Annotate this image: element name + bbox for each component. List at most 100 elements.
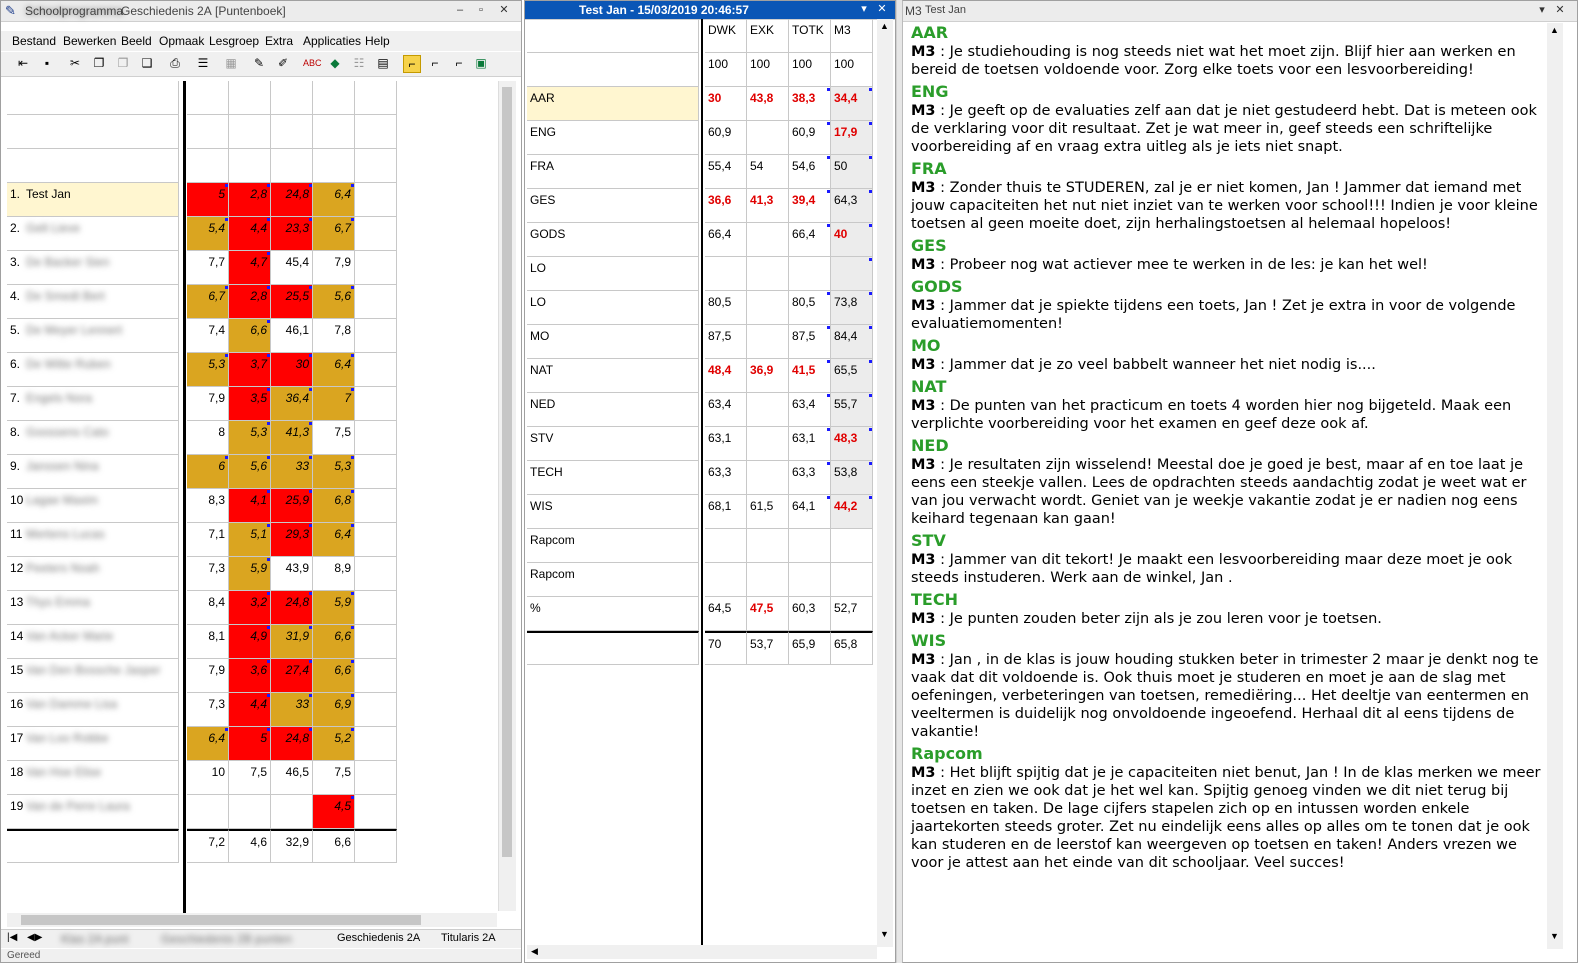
score-cell[interactable]: 3,5: [229, 387, 271, 421]
report-value-cell[interactable]: 63,1: [705, 427, 747, 461]
report-value-cell[interactable]: 66,4: [789, 223, 831, 257]
score-cell[interactable]: 8: [187, 421, 229, 455]
column-title-0[interactable]: [187, 81, 229, 115]
score-cell[interactable]: 6,6: [229, 319, 271, 353]
score-cell[interactable]: 2,8: [229, 183, 271, 217]
edit-icon[interactable]: ✎: [251, 55, 267, 71]
report-value-cell[interactable]: 34,4: [831, 87, 873, 121]
report-column-title[interactable]: TOTK: [789, 19, 831, 53]
score-cell[interactable]: [271, 795, 313, 829]
score-cell[interactable]: 6,9: [313, 693, 355, 727]
student-name-cell[interactable]: 18 Van Hoe Elise: [7, 761, 179, 795]
sheet-tab-geschiedenis[interactable]: Geschiedenis 2A: [337, 932, 420, 944]
report-subject-label[interactable]: WIS: [527, 495, 699, 529]
score-cell[interactable]: 41,3: [271, 421, 313, 455]
score-cell[interactable]: 8,1: [187, 625, 229, 659]
report-value-cell[interactable]: 36,9: [747, 359, 789, 393]
report-value-cell[interactable]: [789, 563, 831, 597]
report-value-cell[interactable]: 50: [831, 155, 873, 189]
report-value-cell[interactable]: 68,1: [705, 495, 747, 529]
comment-icon-2[interactable]: ⌐: [427, 55, 443, 71]
student-name-cell[interactable]: 16 Van Damme Lisa: [7, 693, 179, 727]
score-cell[interactable]: 6,4: [313, 523, 355, 557]
paste-special-icon[interactable]: ❑: [139, 55, 155, 71]
score-cell[interactable]: 6,7: [313, 217, 355, 251]
report-value-cell[interactable]: 80,5: [789, 291, 831, 325]
score-cell[interactable]: 2,8: [229, 285, 271, 319]
score-cell[interactable]: 25,5: [271, 285, 313, 319]
score-cell[interactable]: 7,8: [313, 319, 355, 353]
report-value-cell[interactable]: 55,4: [705, 155, 747, 189]
report-value-cell[interactable]: [747, 427, 789, 461]
sheet-tab-blurred-1[interactable]: Klas 2A punt: [61, 932, 151, 946]
report-value-cell[interactable]: [705, 529, 747, 563]
menu-lesgroep[interactable]: Lesgroep: [209, 34, 259, 48]
maximize-icon[interactable]: ▫: [474, 3, 488, 18]
report-value-cell[interactable]: 63,1: [789, 427, 831, 461]
report-close-icon[interactable]: ✕: [875, 2, 889, 17]
report-subject-label[interactable]: NAT: [527, 359, 699, 393]
student-name-cell[interactable]: 7. Engels Nora: [7, 387, 179, 421]
column-title-1[interactable]: [229, 81, 271, 115]
report-icon[interactable]: ☰: [195, 55, 211, 71]
menu-bewerken[interactable]: Bewerken: [63, 34, 116, 48]
report-column-title[interactable]: M3: [831, 19, 873, 53]
score-cell[interactable]: 46,1: [271, 319, 313, 353]
score-cell[interactable]: 7,7: [187, 251, 229, 285]
score-cell[interactable]: 29,3: [271, 523, 313, 557]
score-cell[interactable]: 6,6: [313, 659, 355, 693]
menu-opmaak[interactable]: Opmaak: [159, 34, 204, 48]
scroll-left-icon[interactable]: ◀: [531, 946, 538, 957]
score-cell[interactable]: [229, 795, 271, 829]
score-cell[interactable]: 6,4: [313, 183, 355, 217]
comments-vscroll[interactable]: ▲ ▼: [1547, 23, 1563, 949]
report-value-cell[interactable]: 47,5: [747, 597, 789, 631]
menu-help[interactable]: Help: [365, 34, 390, 48]
report-subject-label[interactable]: GODS: [527, 223, 699, 257]
report-value-cell[interactable]: [831, 529, 873, 563]
report-value-cell[interactable]: 61,5: [747, 495, 789, 529]
report-value-cell[interactable]: 65,5: [831, 359, 873, 393]
student-name-cell[interactable]: 19 Van de Perre Laura: [7, 795, 179, 829]
brush-icon[interactable]: ✐: [275, 55, 291, 71]
score-cell[interactable]: 6: [187, 455, 229, 489]
score-cell[interactable]: 4,5: [313, 795, 355, 829]
report-value-cell[interactable]: 64,1: [789, 495, 831, 529]
report-menu-icon[interactable]: ▾: [857, 2, 871, 17]
report-column-title[interactable]: EXK: [747, 19, 789, 53]
report-value-cell[interactable]: 73,8: [831, 291, 873, 325]
report-value-cell[interactable]: 80,5: [705, 291, 747, 325]
list-icon[interactable]: ☷: [351, 55, 367, 71]
score-cell[interactable]: 30: [271, 353, 313, 387]
report-value-cell[interactable]: 54: [747, 155, 789, 189]
report-value-cell[interactable]: 41,5: [789, 359, 831, 393]
column-title-3[interactable]: [313, 81, 355, 115]
student-name-cell[interactable]: 4. De Smedt Bert: [7, 285, 179, 319]
report-subject-label[interactable]: LO: [527, 291, 699, 325]
report-value-cell[interactable]: [747, 461, 789, 495]
score-cell[interactable]: 3,2: [229, 591, 271, 625]
score-cell[interactable]: 7,9: [313, 251, 355, 285]
score-cell[interactable]: 7,3: [187, 557, 229, 591]
report-subject-label[interactable]: %: [527, 597, 699, 631]
comments-close-icon[interactable]: ✕: [1553, 3, 1567, 18]
score-cell[interactable]: 4,1: [229, 489, 271, 523]
report-value-cell[interactable]: [747, 563, 789, 597]
report-hscroll[interactable]: ◀: [527, 945, 877, 959]
score-cell[interactable]: 5: [229, 727, 271, 761]
scroll-down-icon[interactable]: ▼: [880, 929, 889, 939]
score-cell[interactable]: 8,9: [313, 557, 355, 591]
report-subject-label[interactable]: TECH: [527, 461, 699, 495]
report-value-cell[interactable]: [747, 393, 789, 427]
report-subject-label[interactable]: LO: [527, 257, 699, 291]
score-cell[interactable]: 45,4: [271, 251, 313, 285]
student-name-cell[interactable]: 17 Van Loo Robbe: [7, 727, 179, 761]
menu-extra[interactable]: Extra: [265, 34, 293, 48]
comments-scroll-up-icon[interactable]: ▲: [1550, 25, 1559, 35]
print-icon[interactable]: ⎙: [167, 55, 183, 71]
score-cell[interactable]: 5,1: [229, 523, 271, 557]
vertical-scrollbar[interactable]: [498, 81, 516, 911]
report-subject-label[interactable]: FRA: [527, 155, 699, 189]
score-cell[interactable]: 6,4: [187, 727, 229, 761]
report-value-cell[interactable]: [747, 223, 789, 257]
